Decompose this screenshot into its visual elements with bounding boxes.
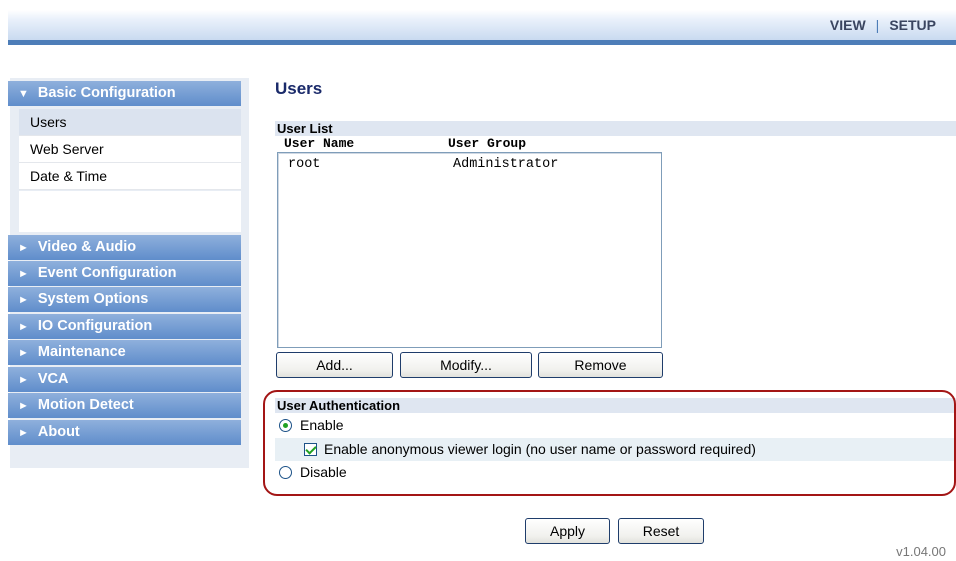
sidebar-group-io-configuration[interactable]: ► IO Configuration bbox=[8, 314, 241, 339]
reset-button[interactable]: Reset bbox=[618, 518, 704, 544]
nav-setup-link[interactable]: SETUP bbox=[889, 17, 936, 33]
collapsed-arrow-icon: ► bbox=[18, 294, 29, 306]
collapsed-arrow-icon: ► bbox=[18, 374, 29, 386]
collapsed-arrow-icon: ► bbox=[18, 321, 29, 333]
sidebar-item-users[interactable]: Users bbox=[19, 109, 241, 136]
disable-label: Disable bbox=[300, 464, 347, 480]
sidebar-group-label: Maintenance bbox=[37, 344, 126, 360]
sidebar-group-label: Motion Detect bbox=[37, 397, 134, 413]
header-divider bbox=[8, 40, 956, 45]
table-row[interactable]: root Administrator bbox=[278, 157, 661, 173]
enable-label: Enable bbox=[300, 417, 344, 433]
sidebar-group-basic-configuration[interactable]: ▼ Basic Configuration bbox=[8, 81, 241, 106]
modify-user-button[interactable]: Modify... bbox=[400, 352, 532, 378]
sidebar-group-label: IO Configuration bbox=[37, 318, 153, 334]
sidebar-item-label: Date & Time bbox=[30, 168, 108, 184]
disable-row: Disable bbox=[275, 461, 956, 484]
sidebar-item-web-server[interactable]: Web Server bbox=[19, 136, 241, 163]
column-header-user-group: User Group bbox=[448, 136, 527, 151]
sidebar-group-label: Event Configuration bbox=[37, 265, 177, 281]
collapsed-arrow-icon: ► bbox=[18, 400, 29, 412]
enable-row: Enable bbox=[275, 414, 956, 437]
sidebar-group-label: VCA bbox=[37, 371, 69, 387]
disable-radio[interactable] bbox=[279, 466, 292, 479]
user-authentication-heading: User Authentication bbox=[275, 398, 956, 413]
anonymous-login-label: Enable anonymous viewer login (no user n… bbox=[324, 441, 756, 457]
sidebar-group-video-audio[interactable]: ► Video & Audio bbox=[8, 235, 241, 260]
anonymous-login-row: Enable anonymous viewer login (no user n… bbox=[275, 438, 956, 461]
user-list-box[interactable]: root Administrator bbox=[277, 152, 662, 348]
apply-button[interactable]: Apply bbox=[525, 518, 610, 544]
sidebar-group-label: Basic Configuration bbox=[37, 85, 176, 101]
sidebar-group-about[interactable]: ► About bbox=[8, 420, 241, 445]
sidebar-group-label: About bbox=[37, 424, 80, 440]
sidebar-item-label: Web Server bbox=[30, 141, 104, 157]
nav-separator: | bbox=[875, 17, 880, 33]
collapsed-arrow-icon: ► bbox=[18, 347, 29, 359]
user-group-cell: Administrator bbox=[453, 157, 559, 172]
page-title: Users bbox=[275, 79, 323, 98]
sidebar-group-system-options[interactable]: ► System Options bbox=[8, 287, 241, 312]
collapsed-arrow-icon: ► bbox=[18, 268, 29, 280]
header-bar bbox=[8, 10, 956, 40]
column-header-user-name: User Name bbox=[284, 136, 355, 151]
user-name-cell: root bbox=[288, 157, 321, 172]
sidebar-group-vca[interactable]: ► VCA bbox=[8, 367, 241, 392]
user-list-heading: User List bbox=[275, 121, 956, 136]
enable-radio[interactable] bbox=[279, 419, 292, 432]
collapsed-arrow-icon: ► bbox=[18, 427, 29, 439]
sidebar-group-maintenance[interactable]: ► Maintenance bbox=[8, 340, 241, 365]
sidebar-group-label: System Options bbox=[37, 291, 149, 307]
version-label: v1.04.00 bbox=[896, 544, 946, 559]
remove-user-button[interactable]: Remove bbox=[538, 352, 663, 378]
sidebar-item-label: Users bbox=[30, 114, 67, 130]
sidebar-item-date-time[interactable]: Date & Time bbox=[19, 163, 241, 190]
add-user-button[interactable]: Add... bbox=[276, 352, 393, 378]
sidebar-group-motion-detect[interactable]: ► Motion Detect bbox=[8, 393, 241, 418]
sidebar-group-event-configuration[interactable]: ► Event Configuration bbox=[8, 261, 241, 286]
anonymous-login-checkbox[interactable] bbox=[304, 443, 317, 456]
expanded-arrow-icon: ▼ bbox=[18, 88, 29, 100]
sidebar-spacer bbox=[19, 191, 241, 232]
collapsed-arrow-icon: ► bbox=[18, 242, 29, 254]
nav-view-link[interactable]: VIEW bbox=[830, 17, 866, 33]
top-navigation: VIEW | SETUP bbox=[830, 17, 936, 33]
sidebar-group-label: Video & Audio bbox=[37, 239, 137, 255]
